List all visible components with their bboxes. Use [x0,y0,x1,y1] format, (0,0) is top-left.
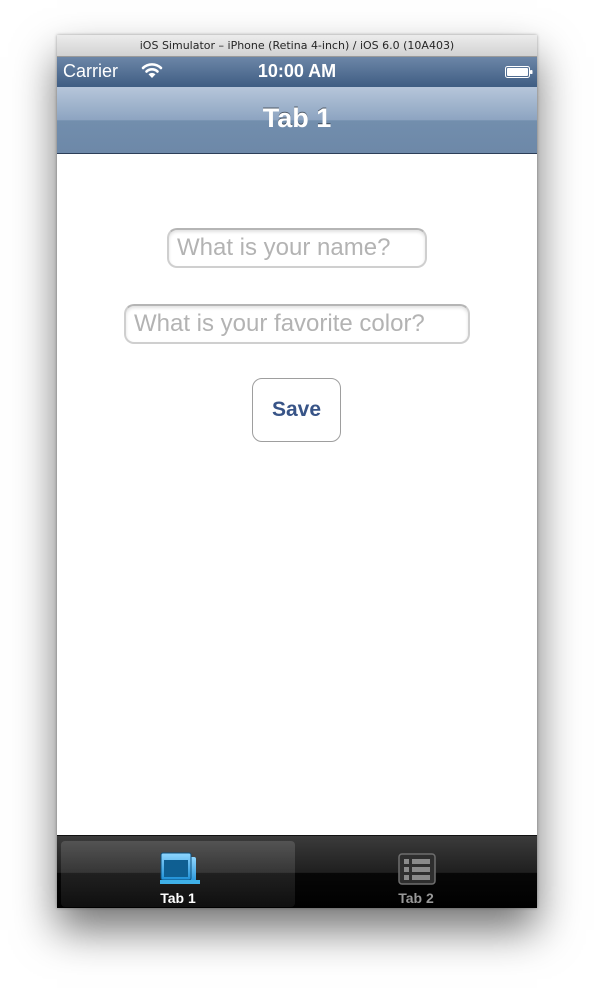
tab-bar: Tab 1 Tab 2 [57,835,537,908]
window-title: iOS Simulator – iPhone (Retina 4-inch) /… [57,35,537,57]
name-input[interactable] [167,228,427,268]
status-time: 10:00 AM [257,61,337,81]
save-button[interactable]: Save [252,378,341,442]
list-icon [398,853,436,885]
status-bar: Carrier 10:00 AM [57,57,537,87]
nav-title: Tab 1 [262,103,332,133]
tab-2-label: Tab 2 [398,890,434,906]
windows-icon [160,852,200,884]
tab-1[interactable]: Tab 1 [61,841,295,907]
navigation-bar: Tab 1 [57,87,537,154]
battery-icon [505,66,533,78]
simulator-window: iOS Simulator – iPhone (Retina 4-inch) /… [57,35,537,908]
tab-2[interactable]: Tab 2 [299,841,533,907]
tab-1-label: Tab 1 [160,890,196,906]
favorite-color-input[interactable] [124,304,470,344]
